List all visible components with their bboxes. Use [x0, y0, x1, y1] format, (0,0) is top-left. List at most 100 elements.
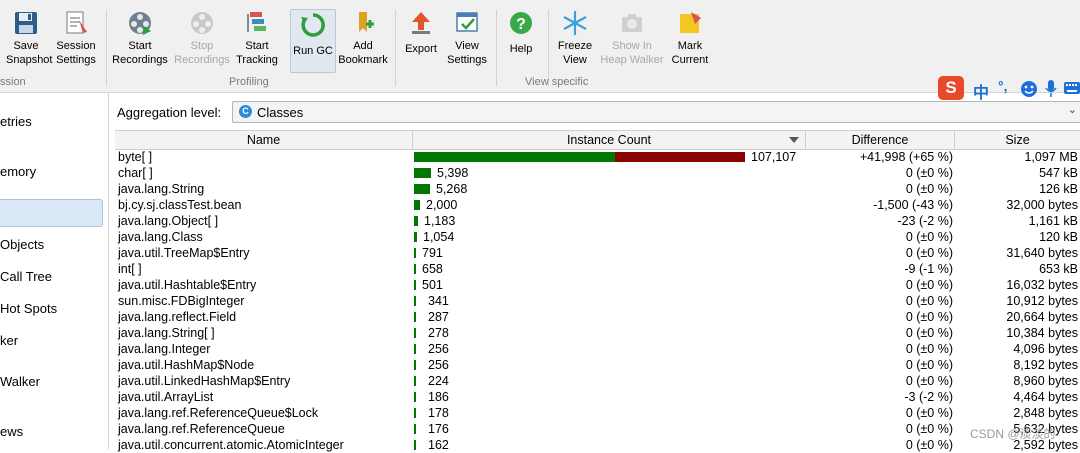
bar-baseline-segment [414, 232, 417, 242]
table-row[interactable]: java.lang.Integer 256 0 (±0 %) 4,096 bytes [115, 341, 1080, 357]
difference-cell: 0 (±0 %) [905, 166, 953, 180]
view-settings-button[interactable]: View Settings [444, 8, 490, 72]
bar-baseline-segment [414, 152, 615, 162]
class-name-cell: java.util.LinkedHashMap$Entry [118, 374, 291, 388]
bar-baseline-segment [414, 296, 416, 306]
table-row[interactable]: java.lang.ref.ReferenceQueue$Lock 178 0 (±… [115, 405, 1080, 421]
window-check-icon [456, 12, 478, 32]
table-row[interactable]: java.lang.reflect.Field 287 0 (±0 %) 20,664… [115, 309, 1080, 325]
table-row[interactable]: java.util.ArrayList 186 -3 (-2 %) 4,464 byt… [115, 389, 1080, 405]
aggregation-value: Classes [257, 105, 304, 120]
settings-document-icon [66, 11, 87, 34]
add-bookmark-button[interactable]: Add Bookmark [338, 8, 388, 72]
save-snapshot-button[interactable]: Save Snapshot [6, 8, 52, 72]
size-cell: 4,096 bytes [1013, 342, 1078, 356]
difference-cell: 0 (±0 %) [905, 358, 953, 372]
start-tracking-label1: Start [245, 40, 269, 52]
add-bookmark-label2: Bookmark [338, 54, 388, 66]
show-in-heap-walker-button[interactable]: Show In Heap Walker [600, 8, 664, 72]
table-row[interactable]: java.lang.ref.ReferenceQueue 176 0 (±0 %) 5… [115, 421, 1080, 437]
sidebar-item-all-objects[interactable]: Objects [0, 237, 44, 252]
freeze-view-label2: View [563, 54, 587, 66]
film-reel-disabled-icon [191, 12, 213, 34]
difference-cell: -23 (-2 %) [897, 214, 953, 228]
table-row[interactable]: java.util.concurrent.atomic.AtomicIntege… [115, 437, 1080, 453]
sidebar-item-call-tree[interactable]: Call Tree [0, 269, 52, 284]
ime-punctuation-icon[interactable]: °, [998, 78, 1008, 94]
help-label1: Help [509, 43, 533, 55]
table-row[interactable]: char[ ] 5,398 0 (±0 %) 547 kB [115, 165, 1080, 181]
sidebar-selected-item[interactable] [0, 199, 103, 227]
table-row[interactable]: sun.misc.FDBigInteger 341 0 (±0 %) 10,912 b… [115, 293, 1080, 309]
table-row[interactable]: java.lang.Class 1,054 0 (±0 %) 120 kB [115, 229, 1080, 245]
ime-keyboard-icon[interactable] [1064, 81, 1080, 95]
table-row[interactable]: int[ ] 658 -9 (-1 %) 653 kB [115, 261, 1080, 277]
sidebar-item-views[interactable]: ews [0, 424, 23, 439]
start-tracking-button[interactable]: Start Tracking [234, 8, 280, 72]
table-row[interactable]: java.lang.Object[ ] 1,183 -23 (-2 %) 1,161 … [115, 213, 1080, 229]
start-recordings-button[interactable]: Start Recordings [112, 8, 168, 72]
difference-cell: +41,998 (+65 %) [859, 150, 953, 164]
class-name-cell: java.util.TreeMap$Entry [118, 246, 250, 260]
help-button[interactable]: ? Help [502, 8, 540, 72]
start-recordings-label2: Recordings [112, 54, 168, 66]
instance-count-cell: 5,398 [437, 166, 469, 180]
export-button[interactable]: Export [400, 8, 442, 72]
table-row[interactable]: java.lang.String 5,268 0 (±0 %) 126 kB [115, 181, 1080, 197]
stop-recordings-button[interactable]: Stop Recordings [174, 8, 230, 72]
class-name-cell: int[ ] [118, 262, 142, 276]
sidebar-item-hot-spots[interactable]: Hot Spots [0, 301, 57, 316]
column-header-difference[interactable]: Difference [806, 133, 954, 147]
sidebar-item-heap-walker[interactable]: Walker [0, 374, 40, 389]
column-header-name[interactable]: Name [115, 133, 412, 147]
sidebar-item-graph-walker[interactable]: ker [0, 333, 18, 348]
bar-increase-segment [615, 152, 745, 162]
instance-count-cell: 256 [428, 342, 449, 356]
bar-baseline-segment [414, 312, 416, 322]
toolbar-separator [395, 10, 396, 86]
aggregation-level-select[interactable]: C Classes ⌄ [232, 101, 1080, 123]
size-cell: 10,912 bytes [1006, 294, 1078, 308]
run-gc-label1: Run GC [293, 45, 333, 57]
table-row[interactable]: java.lang.String[ ] 278 0 (±0 %) 10,384 byt… [115, 325, 1080, 341]
floppy-disk-icon [15, 12, 37, 34]
difference-cell: 0 (±0 %) [905, 422, 953, 436]
sort-descending-icon [789, 137, 799, 143]
add-bookmark-label1: Add [353, 40, 373, 52]
ime-emoji-icon[interactable] [1020, 80, 1038, 98]
class-name-cell: java.util.Hashtable$Entry [118, 278, 257, 292]
table-row[interactable]: bj.cy.sj.classTest.bean 2,000 -1,500 (-43 … [115, 197, 1080, 213]
sidebar-item-telemetries[interactable]: etries [0, 114, 32, 129]
table-row[interactable]: java.util.LinkedHashMap$Entry 224 0 (±0 %)… [115, 373, 1080, 389]
show-in-heap-walker-label1: Show In [612, 40, 652, 52]
instance-count-cell: 658 [422, 262, 443, 276]
film-reel-icon [129, 12, 151, 35]
freeze-view-button[interactable]: Freeze View [554, 8, 596, 72]
instance-count-cell: 278 [428, 326, 449, 340]
class-name-cell: java.lang.String [118, 182, 205, 196]
table-row[interactable]: java.util.Hashtable$Entry 501 0 (±0 %) 16,0… [115, 277, 1080, 293]
table-row[interactable]: java.util.HashMap$Node 256 0 (±0 %) 8,192 b… [115, 357, 1080, 373]
bookmark-add-icon [359, 12, 374, 32]
column-header-size[interactable]: Size [955, 133, 1080, 147]
table-row[interactable]: java.util.TreeMap$Entry 791 0 (±0 %) 31,640… [115, 245, 1080, 261]
bar-baseline-segment [414, 392, 416, 402]
bar-baseline-segment [414, 408, 416, 418]
session-settings-button[interactable]: Session Settings [54, 8, 98, 72]
bar-baseline-segment [414, 184, 430, 194]
ime-brand-icon[interactable]: S [938, 76, 964, 100]
instance-count-cell: 287 [428, 310, 449, 324]
size-cell: 1,161 kB [1028, 214, 1078, 228]
instance-count-cell: 5,268 [436, 182, 468, 196]
mark-current-button[interactable]: Mark Current [668, 8, 712, 72]
size-cell: 16,032 bytes [1006, 278, 1078, 292]
run-gc-button[interactable]: Run GC [290, 9, 336, 73]
instance-count-cell: 791 [422, 246, 443, 260]
sidebar-item-memory[interactable]: emory [0, 164, 36, 179]
column-header-instance-count[interactable]: Instance Count [413, 133, 805, 147]
ime-microphone-icon[interactable] [1044, 79, 1058, 99]
table-row[interactable]: byte[ ] 107,107 +41,998 (+65 %) 1,097 MB [115, 149, 1080, 165]
size-cell: 4,464 bytes [1013, 390, 1078, 404]
view-settings-label2: Settings [447, 54, 487, 66]
instance-count-cell: 224 [428, 374, 449, 388]
